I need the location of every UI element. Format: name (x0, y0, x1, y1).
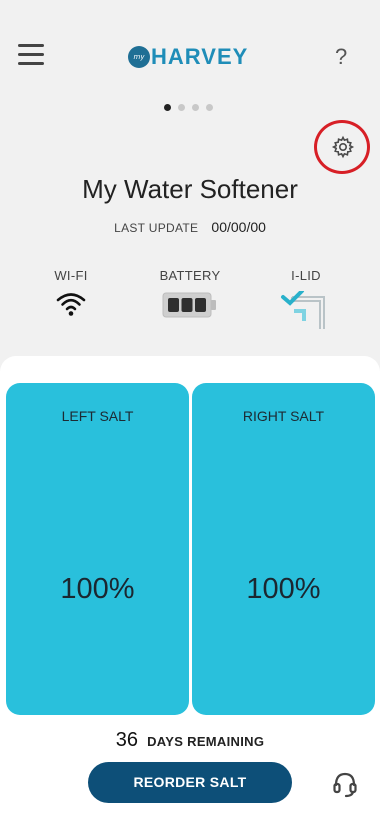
reorder-salt-button[interactable]: REORDER SALT (88, 762, 292, 803)
settings-highlight (314, 120, 374, 178)
wifi-icon (56, 293, 86, 316)
help-button[interactable]: ? (335, 44, 357, 70)
gear-icon (331, 135, 355, 159)
left-salt-tile[interactable]: LEFT SALT 100% (6, 383, 189, 715)
last-update-value: 00/00/00 (211, 219, 266, 235)
battery-icon (162, 292, 216, 318)
lid-check-icon (281, 291, 325, 329)
hamburger-menu-button[interactable] (18, 44, 44, 68)
logo-text: HARVEY (151, 44, 249, 69)
page-dot-1[interactable] (164, 104, 171, 111)
page-dot-4[interactable] (206, 104, 213, 111)
hamburger-line (18, 53, 44, 56)
top-bar: my HARVEY ? (0, 0, 380, 110)
battery-status: BATTERY (152, 268, 228, 323)
right-salt-label: RIGHT SALT (242, 408, 325, 424)
device-title: My Water Softener (82, 174, 298, 204)
days-remaining: 36 DAYS REMAINING (0, 729, 380, 752)
page-indicator (164, 104, 213, 111)
headset-icon (333, 772, 357, 798)
last-update-label: LAST UPDATE (114, 221, 199, 235)
days-remaining-number: 36 (115, 729, 139, 751)
status-row: WI-FI BATTERY I-LID (0, 268, 380, 338)
left-salt-percent: 100% (60, 573, 135, 605)
right-salt-percent: 100% (246, 573, 321, 605)
wifi-status: WI-FI (44, 268, 98, 321)
hamburger-line (18, 44, 44, 47)
wifi-label: WI-FI (54, 268, 88, 283)
support-button[interactable] (331, 770, 359, 798)
brand-logo: my HARVEY (128, 44, 248, 70)
ilid-label: I-LID (291, 268, 321, 283)
battery-label: BATTERY (159, 268, 221, 283)
logo-prefix: my (128, 46, 150, 68)
left-salt-label: LEFT SALT (61, 408, 134, 424)
page-dot-3[interactable] (192, 104, 199, 111)
right-salt-tile[interactable]: RIGHT SALT 100% (192, 383, 375, 715)
days-remaining-label: DAYS REMAINING (147, 734, 265, 749)
hamburger-line (18, 62, 44, 65)
page-dot-2[interactable] (178, 104, 185, 111)
last-update: LAST UPDATE 00/00/00 (0, 217, 380, 236)
settings-button[interactable] (331, 135, 355, 159)
ilid-status: I-LID (278, 268, 334, 335)
